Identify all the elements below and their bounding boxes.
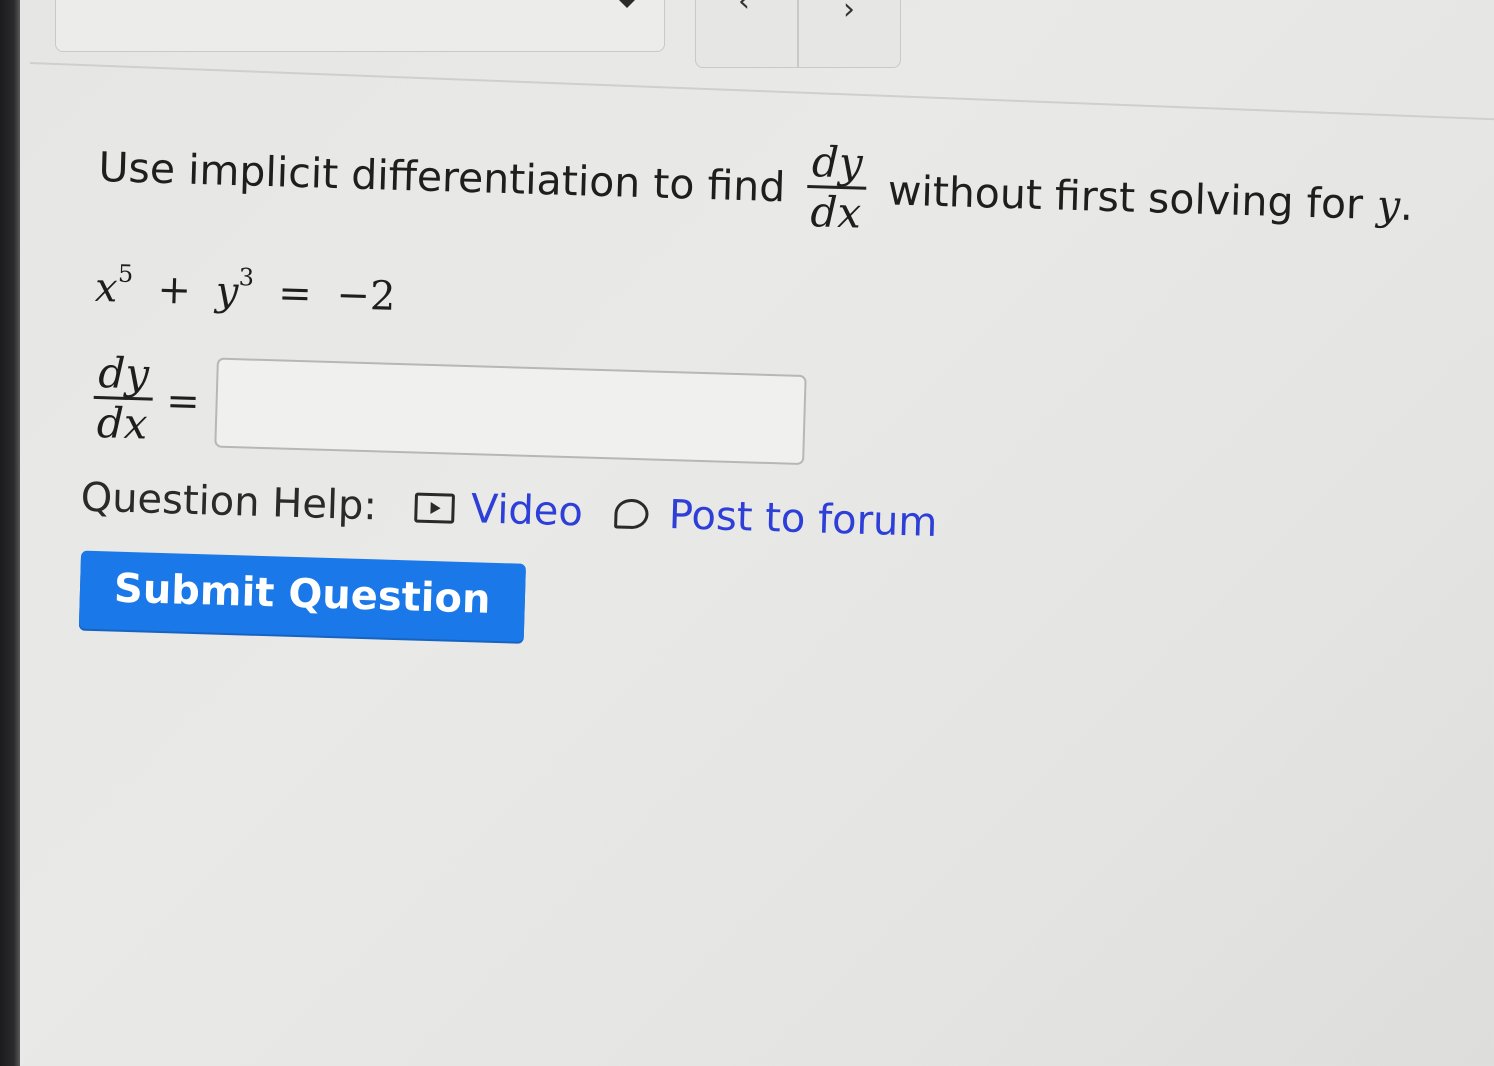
given-equation: x5 + y3 = −2 [94,243,1494,359]
fraction-numerator: dy [807,137,868,190]
next-question-button[interactable]: › [798,0,901,68]
video-link[interactable]: Video [414,485,584,536]
post-to-forum-link[interactable]: Post to forum [582,490,938,546]
equation-term1-base: x [94,264,119,312]
prompt-period: . [1399,181,1414,230]
equation-term1-exponent: 5 [117,259,134,289]
speech-bubble-icon [614,498,650,530]
answer-lhs-numerator: dy [93,348,154,401]
chevron-right-icon: › [843,0,855,27]
answer-lhs-fraction: dy dx [92,348,154,449]
screen-bezel [0,0,20,1066]
question-help: Question Help: Video Post to forum [80,475,1489,563]
header-divider [29,62,1494,121]
video-link-label: Video [470,486,584,536]
post-to-forum-label: Post to forum [668,492,939,547]
video-play-icon [414,492,456,524]
answer-equals: = [165,377,201,425]
answer-lhs-denominator: dx [96,398,149,449]
derivative-fraction: dy dx [806,137,868,238]
equation-term2-base: y [215,268,239,316]
equation-rhs: −2 [335,272,397,320]
chevron-left-icon: ‹ [738,0,750,19]
equation-term2-exponent: 3 [238,263,255,292]
answer-input[interactable] [214,357,807,465]
answer-row: dy dx = [90,348,1492,488]
chevron-down-icon [618,0,636,8]
previous-question-button[interactable]: ‹ [695,0,798,68]
equation-equals: = [277,270,313,318]
equation-plus: + [156,266,192,314]
fraction-denominator: dx [809,187,862,238]
prompt-text-before: Use implicit differentiation to find [97,142,787,211]
question-content: Use implicit differentiation to find dy … [78,118,1494,670]
prompt-text-after: without first solving for [887,165,1364,228]
prompt-variable: y [1376,180,1401,230]
submit-question-button[interactable]: Submit Question [78,550,526,642]
question-prompt: Use implicit differentiation to find dy … [97,118,1494,256]
question-help-label: Question Help: [80,474,378,530]
question-select-dropdown[interactable] [55,0,665,52]
